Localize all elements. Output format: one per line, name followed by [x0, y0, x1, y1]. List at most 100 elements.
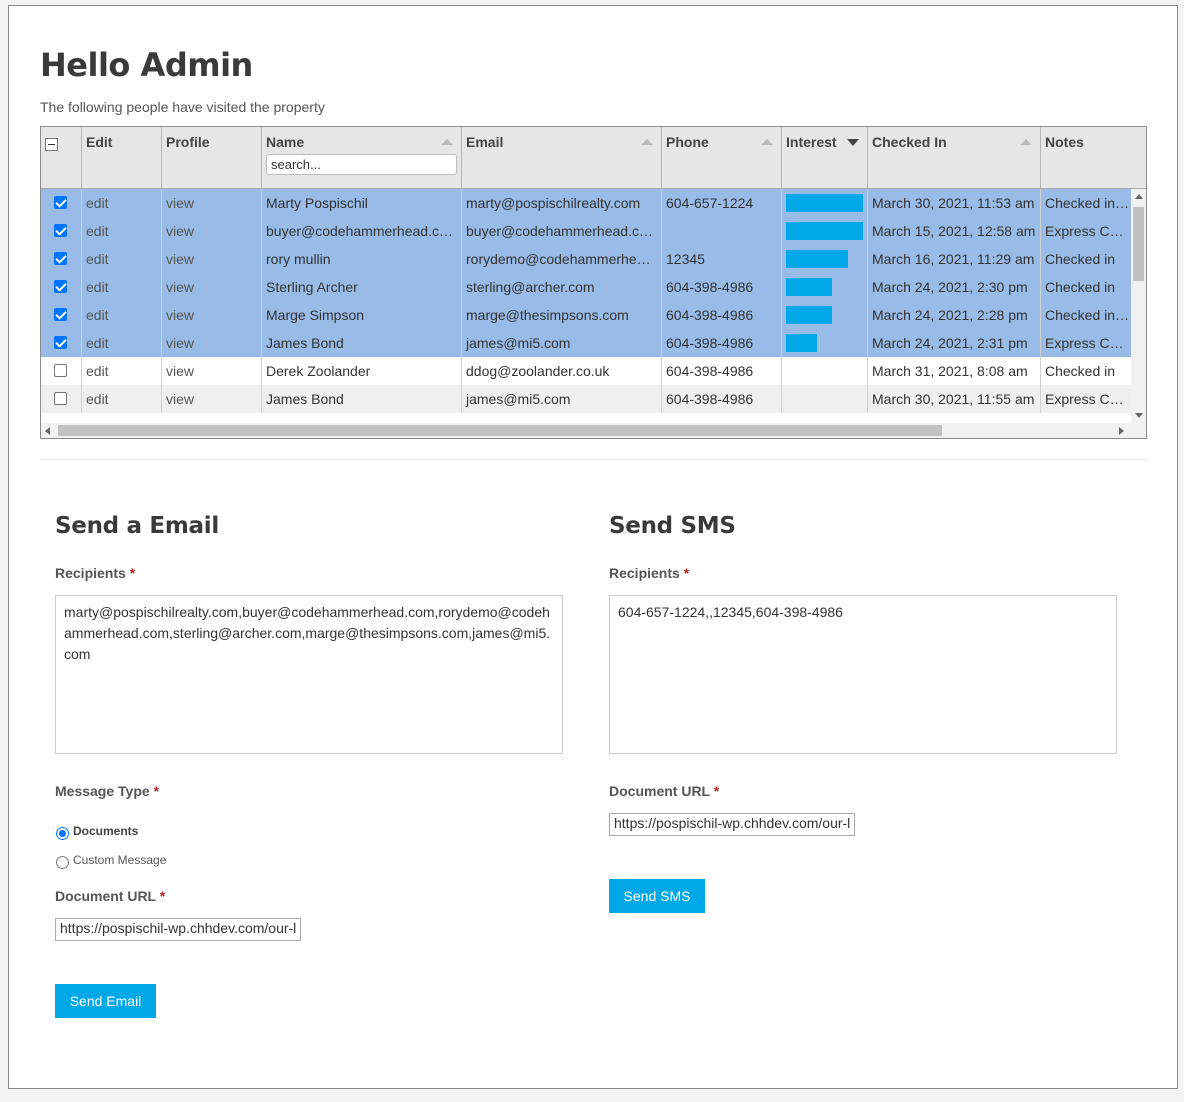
table-row[interactable]: edit view Derek Zoolander ddog@zoolander.co…	[41, 357, 1131, 385]
header-name[interactable]: Name	[262, 127, 462, 188]
select-all-checkbox[interactable]	[45, 138, 58, 151]
view-profile-link[interactable]: view	[162, 357, 262, 385]
cell-notes: Checked in	[1045, 363, 1116, 379]
send-email-button[interactable]: Send Email	[55, 984, 156, 1018]
cell-interest	[782, 385, 868, 413]
view-profile-link[interactable]: view	[162, 217, 262, 245]
cell-notes: Checked in	[1045, 251, 1116, 267]
documents-radio[interactable]	[56, 827, 69, 840]
edit-link[interactable]: edit	[82, 245, 162, 273]
cell-name: Derek Zoolander	[266, 363, 371, 379]
row-checkbox[interactable]	[54, 308, 67, 321]
sort-ascending-icon[interactable]	[1020, 139, 1032, 145]
cell-checked-in: March 16, 2021, 11:29 am	[872, 251, 1035, 267]
table-row[interactable]: edit view James Bond james@mi5.com 604-398-4…	[41, 385, 1131, 413]
email-recipients-label: Recipients *	[55, 565, 135, 581]
visitors-grid: Edit Profile Name Email Phone Interest	[40, 126, 1147, 439]
header-interest[interactable]: Interest	[782, 127, 868, 188]
table-row[interactable]: edit view buyer@codehammerhead.c… buyer@cod…	[41, 217, 1131, 245]
view-profile-link[interactable]: view	[162, 301, 262, 329]
required-mark: *	[153, 783, 160, 799]
sms-document-url-input[interactable]: https://pospischil-wp.chhdev.com/our-l	[609, 813, 855, 836]
email-document-url-input[interactable]: https://pospischil-wp.chhdev.com/our-l	[55, 918, 301, 941]
sms-recipients-textarea[interactable]: 604-657-1224,,12345,604-398-4986	[609, 595, 1117, 754]
cell-interest	[782, 357, 868, 385]
cell-phone	[662, 217, 782, 245]
cell-checked-in: March 24, 2021, 2:28 pm	[872, 307, 1028, 323]
required-mark: *	[159, 888, 166, 904]
view-profile-link[interactable]: view	[162, 245, 262, 273]
edit-link[interactable]: edit	[82, 385, 162, 413]
table-row[interactable]: edit view Marty Pospischil marty@pospischil…	[41, 189, 1131, 217]
header-email[interactable]: Email	[462, 127, 662, 188]
row-checkbox[interactable]	[54, 336, 67, 349]
cell-email: marty@pospischilrealty.com	[466, 195, 641, 211]
scroll-right-icon[interactable]	[1119, 427, 1124, 435]
message-type-label-text: Message Type	[55, 783, 150, 799]
cell-phone: 604-398-4986	[666, 307, 754, 323]
custom-message-radio[interactable]	[56, 856, 69, 869]
edit-link[interactable]: edit	[82, 329, 162, 357]
cell-phone: 604-398-4986	[666, 335, 754, 351]
view-profile-link[interactable]: view	[162, 273, 262, 301]
cell-notes: Express Chec	[1045, 335, 1131, 351]
email-recipients-textarea[interactable]: marty@pospischilrealty.com,buyer@codeham…	[55, 595, 563, 754]
cell-email: marge@thesimpsons.com	[466, 307, 629, 323]
edit-link[interactable]: edit	[82, 301, 162, 329]
table-row[interactable]: edit view Marge Simpson marge@thesimpsons.c…	[41, 301, 1131, 329]
cell-checked-in: March 31, 2021, 8:08 am	[872, 363, 1028, 379]
header-checked-in-label: Checked In	[872, 134, 947, 150]
edit-link[interactable]: edit	[82, 217, 162, 245]
header-name-label: Name	[266, 134, 305, 150]
cell-interest	[782, 217, 868, 245]
row-checkbox[interactable]	[54, 364, 67, 377]
interest-bar	[786, 334, 817, 352]
edit-link[interactable]: edit	[82, 357, 162, 385]
cell-phone: 12345	[666, 251, 705, 267]
scroll-down-icon[interactable]	[1135, 413, 1143, 418]
header-checked-in[interactable]: Checked In	[868, 127, 1041, 188]
cell-interest	[782, 329, 868, 357]
view-profile-link[interactable]: view	[162, 189, 262, 217]
view-profile-link[interactable]: view	[162, 329, 262, 357]
header-edit: Edit	[82, 127, 162, 188]
row-checkbox[interactable]	[54, 224, 67, 237]
cell-email: ddog@zoolander.co.uk	[466, 363, 610, 379]
cell-email: rorydemo@codehammerhe…	[466, 251, 651, 267]
scroll-up-icon[interactable]	[1135, 194, 1143, 199]
documents-radio-label[interactable]: Documents	[73, 824, 138, 838]
edit-link[interactable]: edit	[82, 273, 162, 301]
row-checkbox[interactable]	[54, 196, 67, 209]
vertical-scrollbar[interactable]	[1131, 189, 1146, 423]
sort-ascending-icon[interactable]	[441, 139, 453, 145]
view-profile-link[interactable]: view	[162, 385, 262, 413]
cell-notes: Checked in Te	[1045, 195, 1131, 211]
row-checkbox[interactable]	[54, 392, 67, 405]
edit-link[interactable]: edit	[82, 189, 162, 217]
sort-descending-icon[interactable]	[847, 139, 859, 146]
header-profile-label: Profile	[166, 134, 210, 150]
horizontal-scrollbar[interactable]	[41, 423, 1146, 438]
vertical-scroll-thumb[interactable]	[1133, 207, 1144, 281]
table-row[interactable]: edit view James Bond james@mi5.com 604-398-4…	[41, 329, 1131, 357]
row-checkbox[interactable]	[54, 252, 67, 265]
send-sms-button[interactable]: Send SMS	[609, 879, 705, 913]
required-mark: *	[683, 565, 690, 581]
table-row[interactable]: edit view rory mullin rorydemo@codehammerhe…	[41, 245, 1131, 273]
table-row[interactable]: edit view Sterling Archer sterling@archer.c…	[41, 273, 1131, 301]
custom-message-radio-label[interactable]: Custom Message	[73, 853, 166, 867]
name-search-input[interactable]	[266, 154, 457, 175]
cell-checked-in: March 30, 2021, 11:55 am	[872, 391, 1035, 407]
header-phone[interactable]: Phone	[662, 127, 782, 188]
horizontal-scroll-thumb[interactable]	[58, 425, 942, 436]
scroll-left-icon[interactable]	[45, 427, 50, 435]
sort-ascending-icon[interactable]	[641, 139, 653, 145]
cell-interest	[782, 301, 868, 329]
sms-document-url-label: Document URL *	[609, 783, 719, 799]
sort-ascending-icon[interactable]	[761, 139, 773, 145]
row-checkbox[interactable]	[54, 280, 67, 293]
interest-bar	[786, 194, 863, 212]
cell-checked-in: March 15, 2021, 12:58 am	[872, 223, 1036, 239]
cell-notes: Checked in	[1045, 279, 1116, 295]
header-notes[interactable]: Notes	[1041, 127, 1146, 188]
